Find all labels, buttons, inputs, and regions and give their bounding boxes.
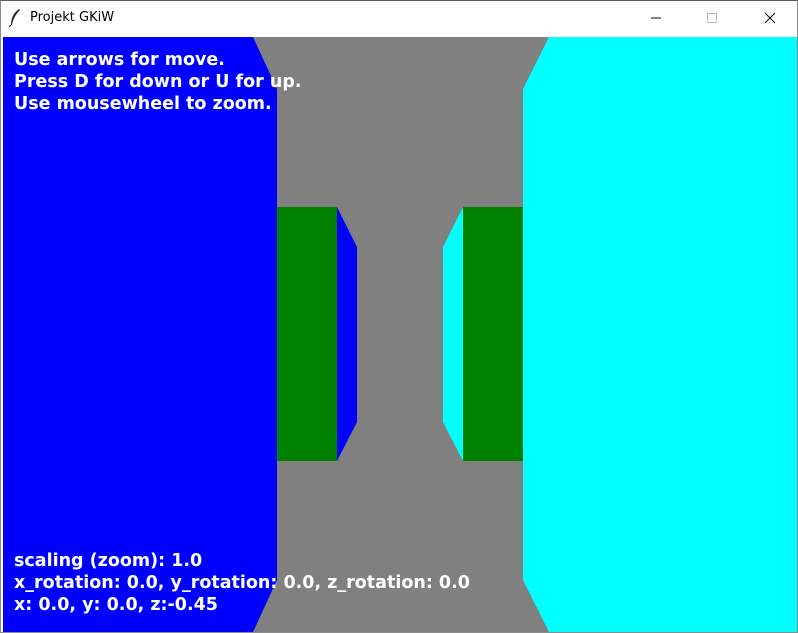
minimize-button[interactable]	[633, 1, 679, 35]
left-block-front	[277, 207, 337, 461]
status-position: x: 0.0, y: 0.0, z:-0.45	[14, 595, 218, 615]
window-title: Projekt GKiW	[30, 10, 115, 25]
right-block-side	[443, 207, 463, 461]
title-bar[interactable]: Projekt GKiW	[1, 1, 797, 35]
right-block-front	[463, 207, 523, 461]
feather-icon	[8, 9, 20, 28]
instruction-move: Use arrows for move.	[14, 50, 225, 70]
close-icon	[764, 12, 776, 24]
close-button[interactable]	[747, 1, 793, 35]
scene-svg	[3, 37, 797, 632]
instructions-overlay: Use arrows for move. Press D for down or…	[14, 49, 302, 115]
maximize-icon	[707, 13, 717, 23]
status-scaling: scaling (zoom): 1.0	[14, 551, 203, 571]
status-overlay: scaling (zoom): 1.0 x_rotation: 0.0, y_r…	[14, 550, 470, 616]
instruction-updown: Press D for down or U for up.	[14, 72, 302, 92]
render-canvas[interactable]: Use arrows for move. Press D for down or…	[3, 37, 797, 632]
right-wall	[523, 37, 797, 632]
maximize-button[interactable]	[689, 1, 735, 35]
instruction-zoom: Use mousewheel to zoom.	[14, 94, 272, 114]
minimize-icon	[651, 17, 661, 19]
left-wall	[3, 37, 277, 632]
left-block-side	[337, 207, 357, 461]
app-window: Projekt GKiW Use arrows for move. Press …	[0, 0, 798, 633]
status-rotation: x_rotation: 0.0, y_rotation: 0.0, z_rota…	[14, 573, 470, 593]
